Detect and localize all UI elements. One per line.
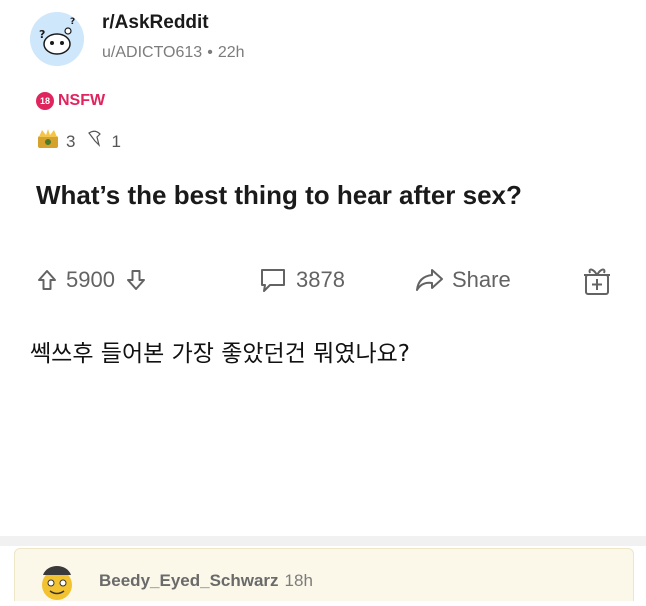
- comment-count: 3878: [296, 267, 345, 292]
- author-link[interactable]: u/ADICTO613: [102, 44, 202, 61]
- share-label: Share: [452, 267, 511, 292]
- svg-text:?: ?: [70, 17, 75, 27]
- vote-control: 5900: [36, 262, 147, 298]
- comment-bubble-icon: [258, 266, 288, 294]
- svg-text:?: ?: [39, 28, 45, 41]
- share-arrow-icon: [414, 267, 444, 293]
- nsfw-tag: 18 NSFW: [36, 92, 105, 110]
- gift-icon: [582, 264, 612, 296]
- award-button[interactable]: [582, 262, 612, 298]
- comments-button[interactable]: 3878: [258, 262, 345, 298]
- meta-separator: •: [207, 44, 213, 61]
- post-title[interactable]: What’s the best thing to hear after sex?: [36, 180, 522, 211]
- nsfw-label: NSFW: [58, 92, 106, 109]
- downvote-icon[interactable]: [125, 268, 147, 292]
- silver-award-icon: [85, 129, 105, 154]
- subreddit-name[interactable]: r/AskReddit: [102, 12, 209, 34]
- awards-row[interactable]: 3 1: [36, 128, 131, 155]
- subreddit-avatar[interactable]: ? ?: [30, 12, 84, 66]
- post-meta: u/ADICTO613 • 22h: [102, 44, 245, 62]
- comment-age: 18h: [284, 571, 313, 590]
- section-divider: [0, 536, 646, 546]
- comment-preview[interactable]: Beedy_Eyed_Schwarz 18h: [14, 548, 634, 601]
- commenter-info: Beedy_Eyed_Schwarz 18h: [99, 571, 313, 591]
- post-card: ? ? r/AskReddit u/ADICTO613 • 22h 18 NSFW …: [0, 0, 646, 601]
- share-button[interactable]: Share: [414, 262, 511, 298]
- commenter-username[interactable]: Beedy_Eyed_Schwarz: [99, 571, 279, 590]
- upvote-count: 5900: [66, 267, 115, 292]
- silver-award-count: 1: [111, 131, 121, 151]
- commenter-avatar[interactable]: [39, 561, 75, 601]
- gold-award-icon: [36, 128, 60, 155]
- gold-award-count: 3: [66, 131, 76, 151]
- post-action-bar: 5900 3878 Share: [36, 262, 626, 298]
- upvote-icon[interactable]: [36, 268, 58, 292]
- nsfw-18-icon: 18: [36, 92, 54, 110]
- korean-caption: 쎅쓰후 들어본 가장 좋았던건 뭐였나요?: [30, 341, 411, 367]
- post-age: 22h: [217, 44, 245, 61]
